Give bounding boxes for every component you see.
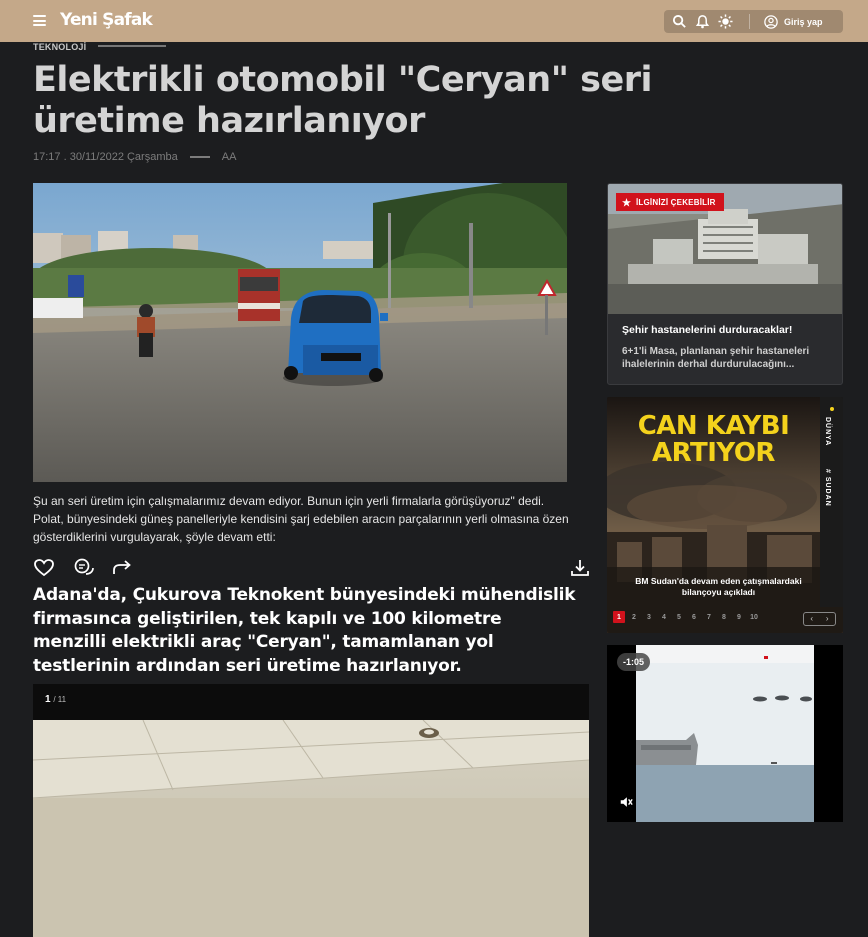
bell-icon[interactable] bbox=[695, 14, 710, 29]
article-datetime: 17:17 . 30/11/2022 Çarşamba bbox=[33, 151, 178, 163]
related-news-card[interactable]: İLGİNİZİ ÇEKEBİLİR Şehir hastanelerini d… bbox=[607, 183, 843, 385]
divider bbox=[749, 14, 750, 29]
news-slider[interactable]: CAN KAYBI ARTIYOR BM Sudan'da devam eden… bbox=[607, 397, 843, 633]
heart-icon[interactable] bbox=[33, 557, 55, 579]
mute-icon[interactable] bbox=[619, 795, 633, 809]
video-frame bbox=[636, 645, 814, 822]
gallery-total: / 11 bbox=[53, 695, 67, 704]
user-icon bbox=[764, 14, 778, 29]
login-label: Giriş yap bbox=[784, 16, 823, 27]
slider-prev-icon[interactable]: ‹ bbox=[804, 613, 820, 625]
menu-icon[interactable] bbox=[33, 15, 46, 26]
slider-page-6[interactable]: 6 bbox=[688, 611, 700, 623]
login-button[interactable]: Giriş yap bbox=[764, 14, 823, 29]
slider-page-7[interactable]: 7 bbox=[703, 611, 715, 623]
category-label[interactable]: TEKNOLOJİ bbox=[33, 42, 86, 52]
slider-page-1[interactable]: 1 bbox=[613, 611, 625, 623]
slider-headline-line2: ARTIYOR bbox=[652, 438, 775, 468]
gallery-image[interactable] bbox=[33, 720, 589, 937]
slider-page-8[interactable]: 8 bbox=[718, 611, 730, 623]
category-divider bbox=[98, 45, 166, 47]
slider-page-3[interactable]: 3 bbox=[643, 611, 655, 623]
gallery-counter: 1 / 11 bbox=[45, 694, 66, 705]
interest-badge: İLGİNİZİ ÇEKEBİLİR bbox=[616, 193, 724, 211]
search-icon[interactable] bbox=[672, 14, 687, 29]
share-icon[interactable] bbox=[111, 557, 133, 579]
article-actions bbox=[33, 557, 591, 579]
star-icon bbox=[622, 197, 631, 207]
article-lead: Adana'da, Çukurova Teknokent bünyesindek… bbox=[33, 585, 576, 676]
download-icon[interactable] bbox=[569, 557, 591, 579]
site-logo[interactable]: Yeni Şafak bbox=[60, 10, 153, 30]
slider-page-10[interactable]: 10 bbox=[748, 611, 760, 623]
header-tools: Giriş yap bbox=[664, 10, 843, 33]
slider-pagination: 1 2 3 4 5 6 7 8 9 10 bbox=[613, 611, 760, 623]
slider-page-4[interactable]: 4 bbox=[658, 611, 670, 623]
slider-tag-bar: DÜNYA # SUDAN bbox=[820, 397, 843, 607]
article-body: Şu an seri üretim için çalışmalarımız de… bbox=[33, 494, 569, 544]
tag-sudan[interactable]: # SUDAN bbox=[824, 469, 831, 507]
slider-page-9[interactable]: 9 bbox=[733, 611, 745, 623]
sun-icon[interactable] bbox=[718, 14, 733, 29]
article-meta: 17:17 . 30/11/2022 Çarşamba AA bbox=[33, 151, 236, 163]
video-time: -1:05 bbox=[617, 653, 651, 671]
related-news-title: Şehir hastanelerini durduracaklar! bbox=[622, 324, 793, 336]
related-news-summary: 6+1'li Masa, planlanan şehir hastaneleri… bbox=[622, 346, 810, 370]
slider-page-5[interactable]: 5 bbox=[673, 611, 685, 623]
badge-label: İLGİNİZİ ÇEKEBİLİR bbox=[636, 197, 716, 207]
slider-nav: ‹ › bbox=[803, 612, 836, 626]
gallery-current: 1 bbox=[45, 694, 51, 705]
article-main-image[interactable] bbox=[33, 183, 567, 482]
tag-dunya[interactable]: DÜNYA bbox=[824, 417, 831, 446]
site-header: Yeni Şafak Giriş yap bbox=[0, 0, 868, 42]
slider-next-icon[interactable]: › bbox=[820, 613, 836, 625]
slider-caption: BM Sudan'da devam eden çatışmalardaki bi… bbox=[635, 576, 802, 597]
tag-dot bbox=[830, 407, 834, 411]
article-source: AA bbox=[221, 151, 237, 163]
slider-headline-line1: CAN KAYBI bbox=[637, 411, 790, 441]
photo-gallery[interactable]: 1 / 11 bbox=[33, 684, 589, 937]
meta-divider bbox=[189, 156, 210, 158]
slider-page-2[interactable]: 2 bbox=[628, 611, 640, 623]
comment-icon[interactable] bbox=[73, 557, 95, 579]
slider-headline: CAN KAYBI ARTIYOR bbox=[607, 413, 820, 467]
video-player[interactable]: -1:05 bbox=[607, 645, 843, 822]
article-title: Elektrikli otomobil "Ceryan" seri üretim… bbox=[33, 60, 652, 141]
